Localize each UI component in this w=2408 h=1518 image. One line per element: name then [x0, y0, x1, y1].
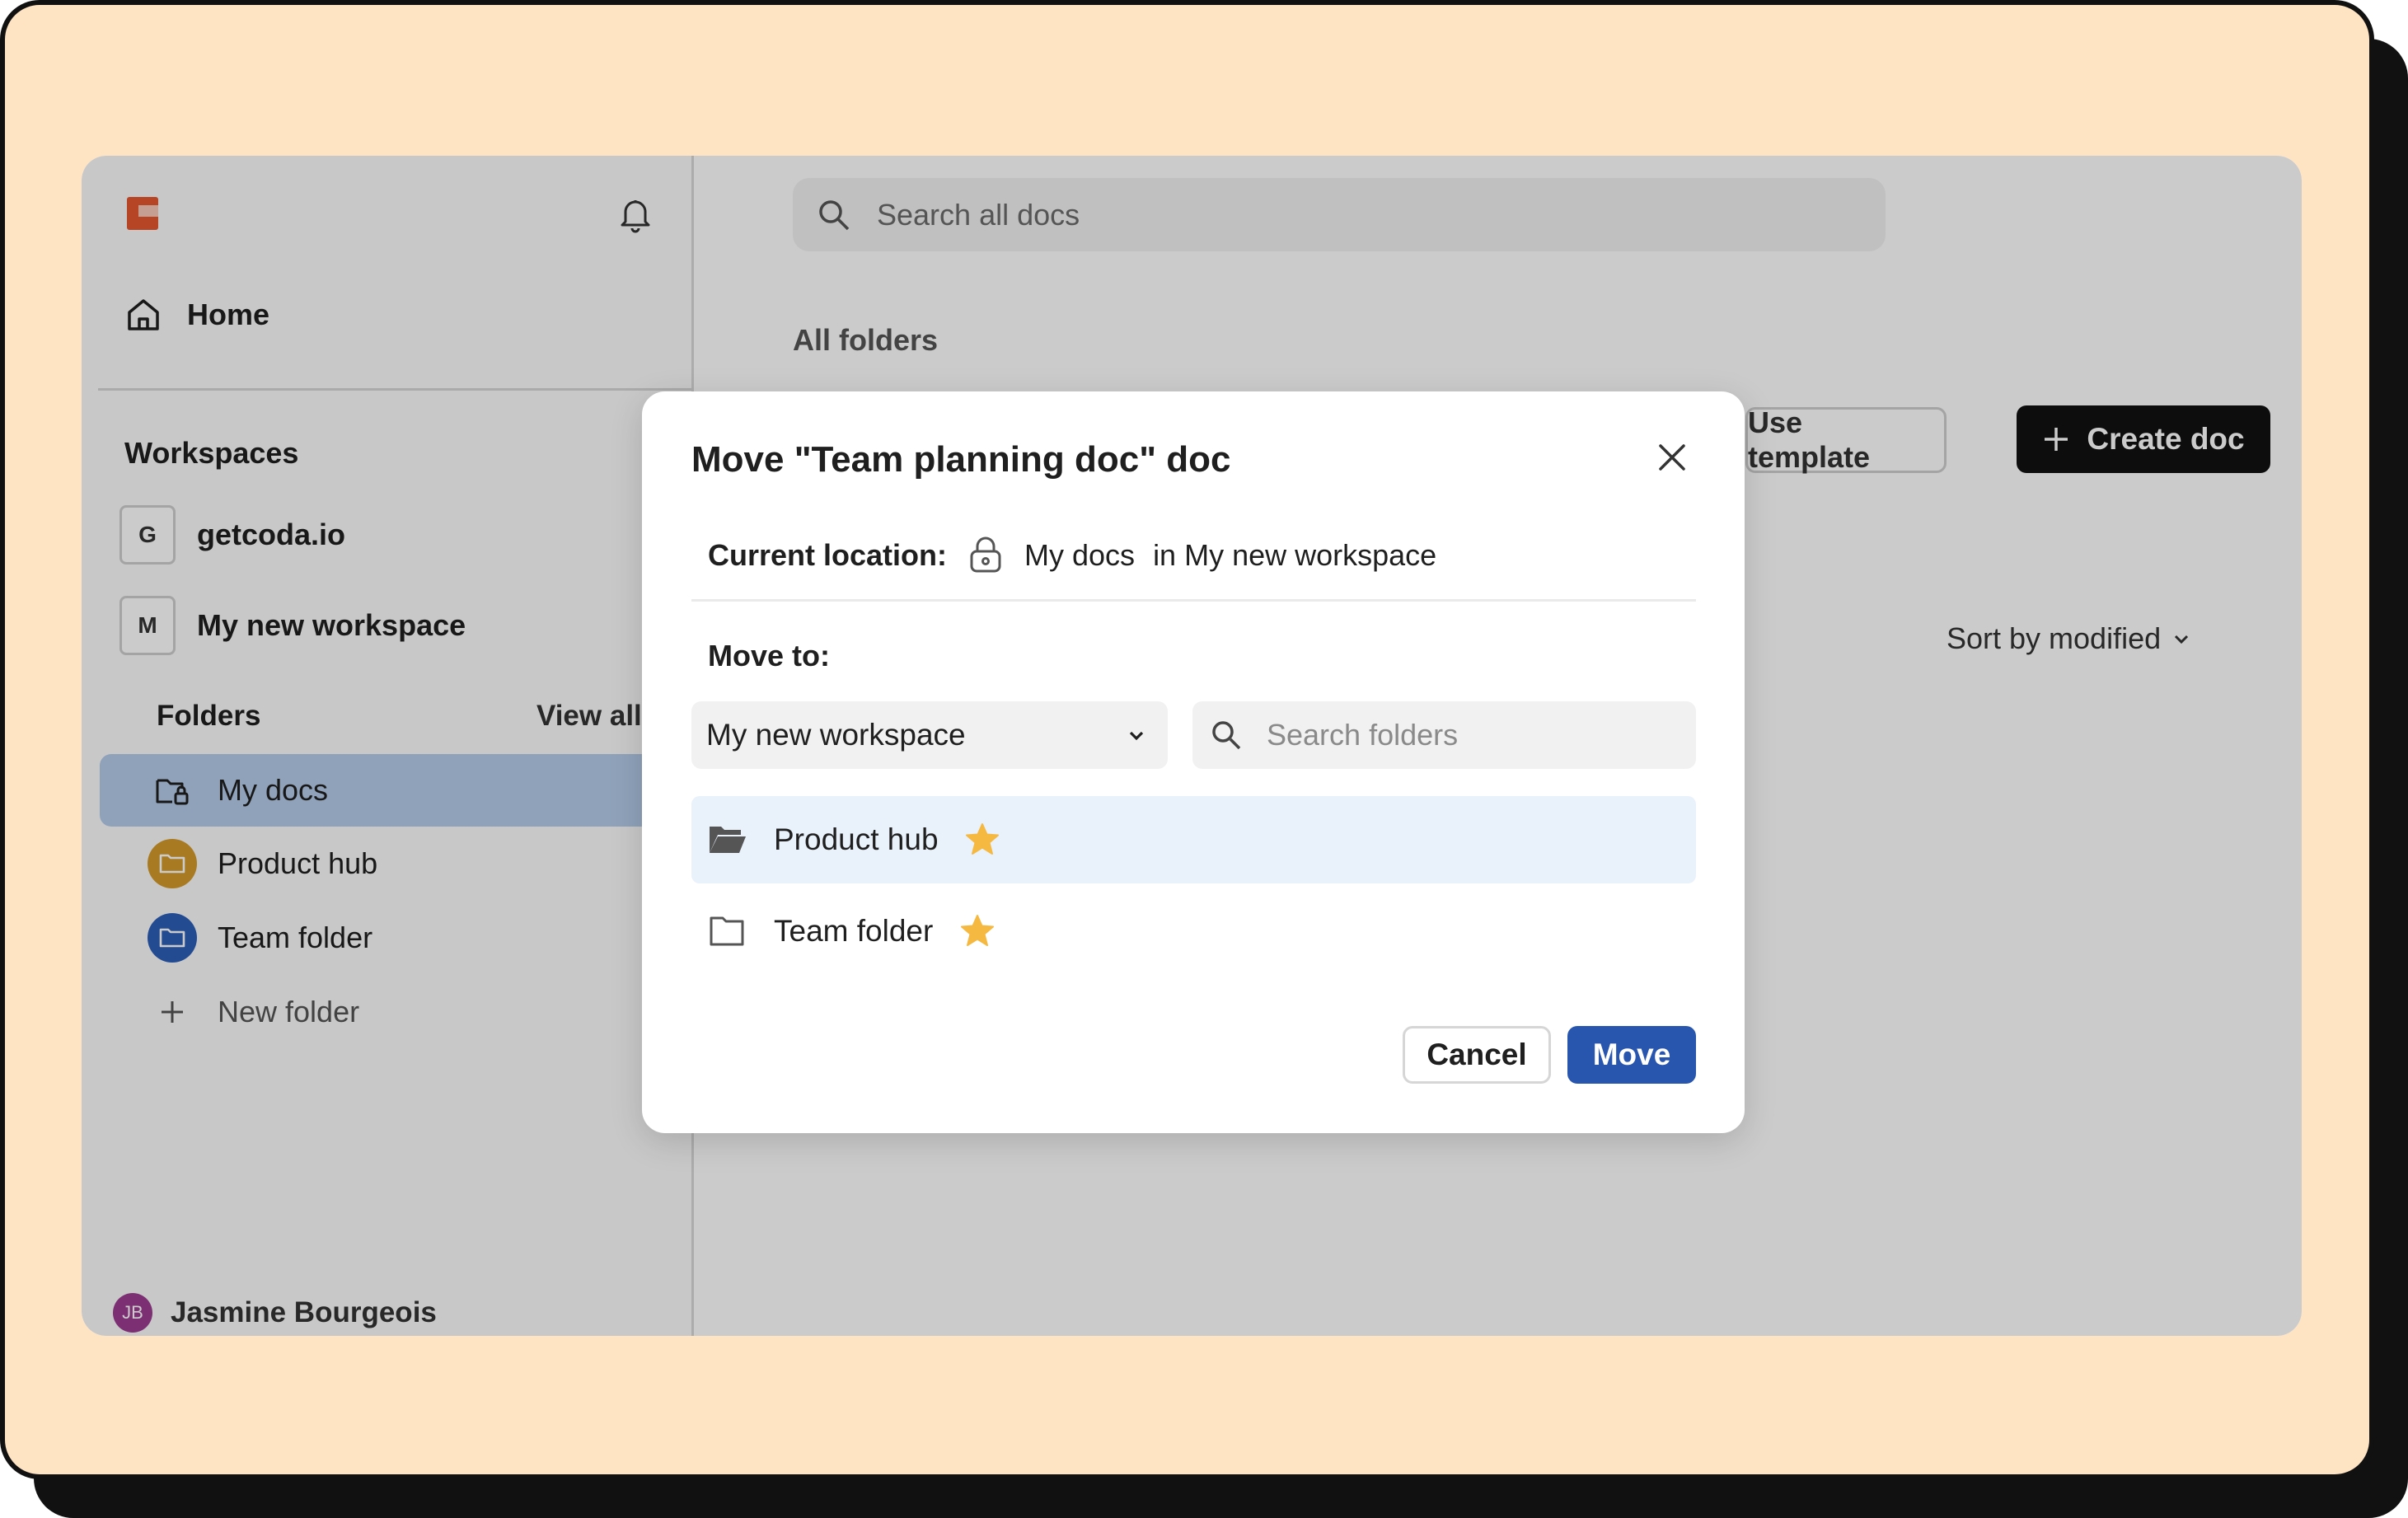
folder-label: Team folder — [774, 914, 934, 948]
move-to-label: Move to: — [708, 639, 830, 672]
star-icon[interactable] — [963, 821, 1001, 859]
lock-icon — [970, 536, 1001, 573]
window-frame: Home Workspaces G getcoda.io M My new wo… — [0, 0, 2374, 1479]
move-button[interactable]: Move — [1567, 1026, 1696, 1084]
search-icon — [1212, 721, 1241, 750]
move-target-team-folder[interactable]: Team folder — [691, 888, 1696, 975]
current-folder: My docs — [1024, 538, 1136, 572]
star-icon[interactable] — [958, 912, 996, 950]
folder-open-icon — [710, 827, 746, 853]
folder-search-input[interactable]: Search folders — [1192, 701, 1696, 769]
current-location-label: Current location: — [708, 538, 948, 572]
close-icon[interactable] — [1656, 441, 1689, 474]
move-doc-dialog: Move "Team planning doc" doc Current loc… — [642, 391, 1745, 1133]
current-workspace: in My new workspace — [1153, 538, 1437, 572]
current-location: Current location: My docs in My new work… — [708, 536, 1436, 574]
folder-icon — [710, 916, 744, 946]
dialog-title: Move "Team planning doc" doc — [691, 439, 1231, 480]
folder-search-placeholder: Search folders — [1267, 718, 1459, 752]
workspace-select-value: My new workspace — [706, 718, 966, 752]
chevron-down-icon — [1129, 731, 1144, 741]
cancel-button[interactable]: Cancel — [1403, 1026, 1551, 1084]
folder-label: Product hub — [774, 822, 939, 856]
workspace-select[interactable]: My new workspace — [691, 701, 1168, 769]
dialog-divider — [691, 599, 1696, 602]
move-target-product-hub[interactable]: Product hub — [691, 796, 1696, 883]
